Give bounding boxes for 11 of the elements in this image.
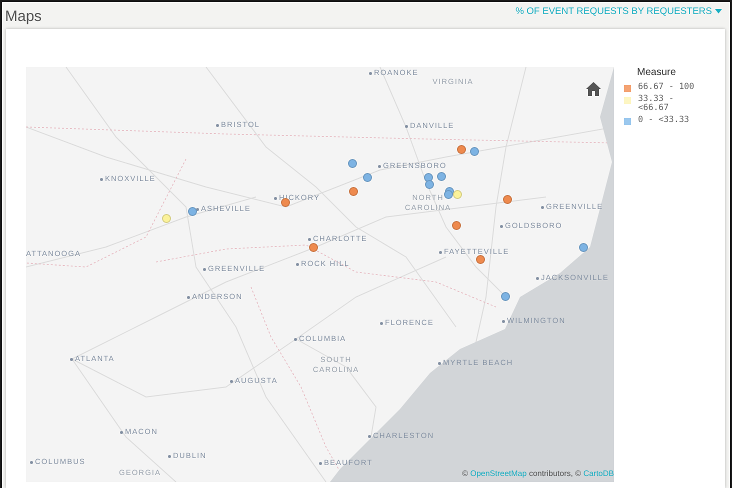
attribution-text: © OpenStreetMap contributors, © CartoDB [462,469,614,478]
measure-dropdown[interactable]: % OF EVENT REQUESTS BY REQUESTERS [515,6,722,17]
caret-icon [715,9,722,14]
home-icon[interactable] [586,82,601,96]
attribution-link[interactable]: OpenStreetMap [470,469,527,478]
legend-label: 33.33 - <66.67 [638,95,675,113]
page-title: Maps [5,8,42,25]
legend-label: 0 - <33.33 [638,116,690,125]
legend-title: Measure [637,67,677,78]
attribution-link[interactable]: CartoDB [583,469,614,478]
legend-label: 66.67 - 100 [638,83,696,92]
